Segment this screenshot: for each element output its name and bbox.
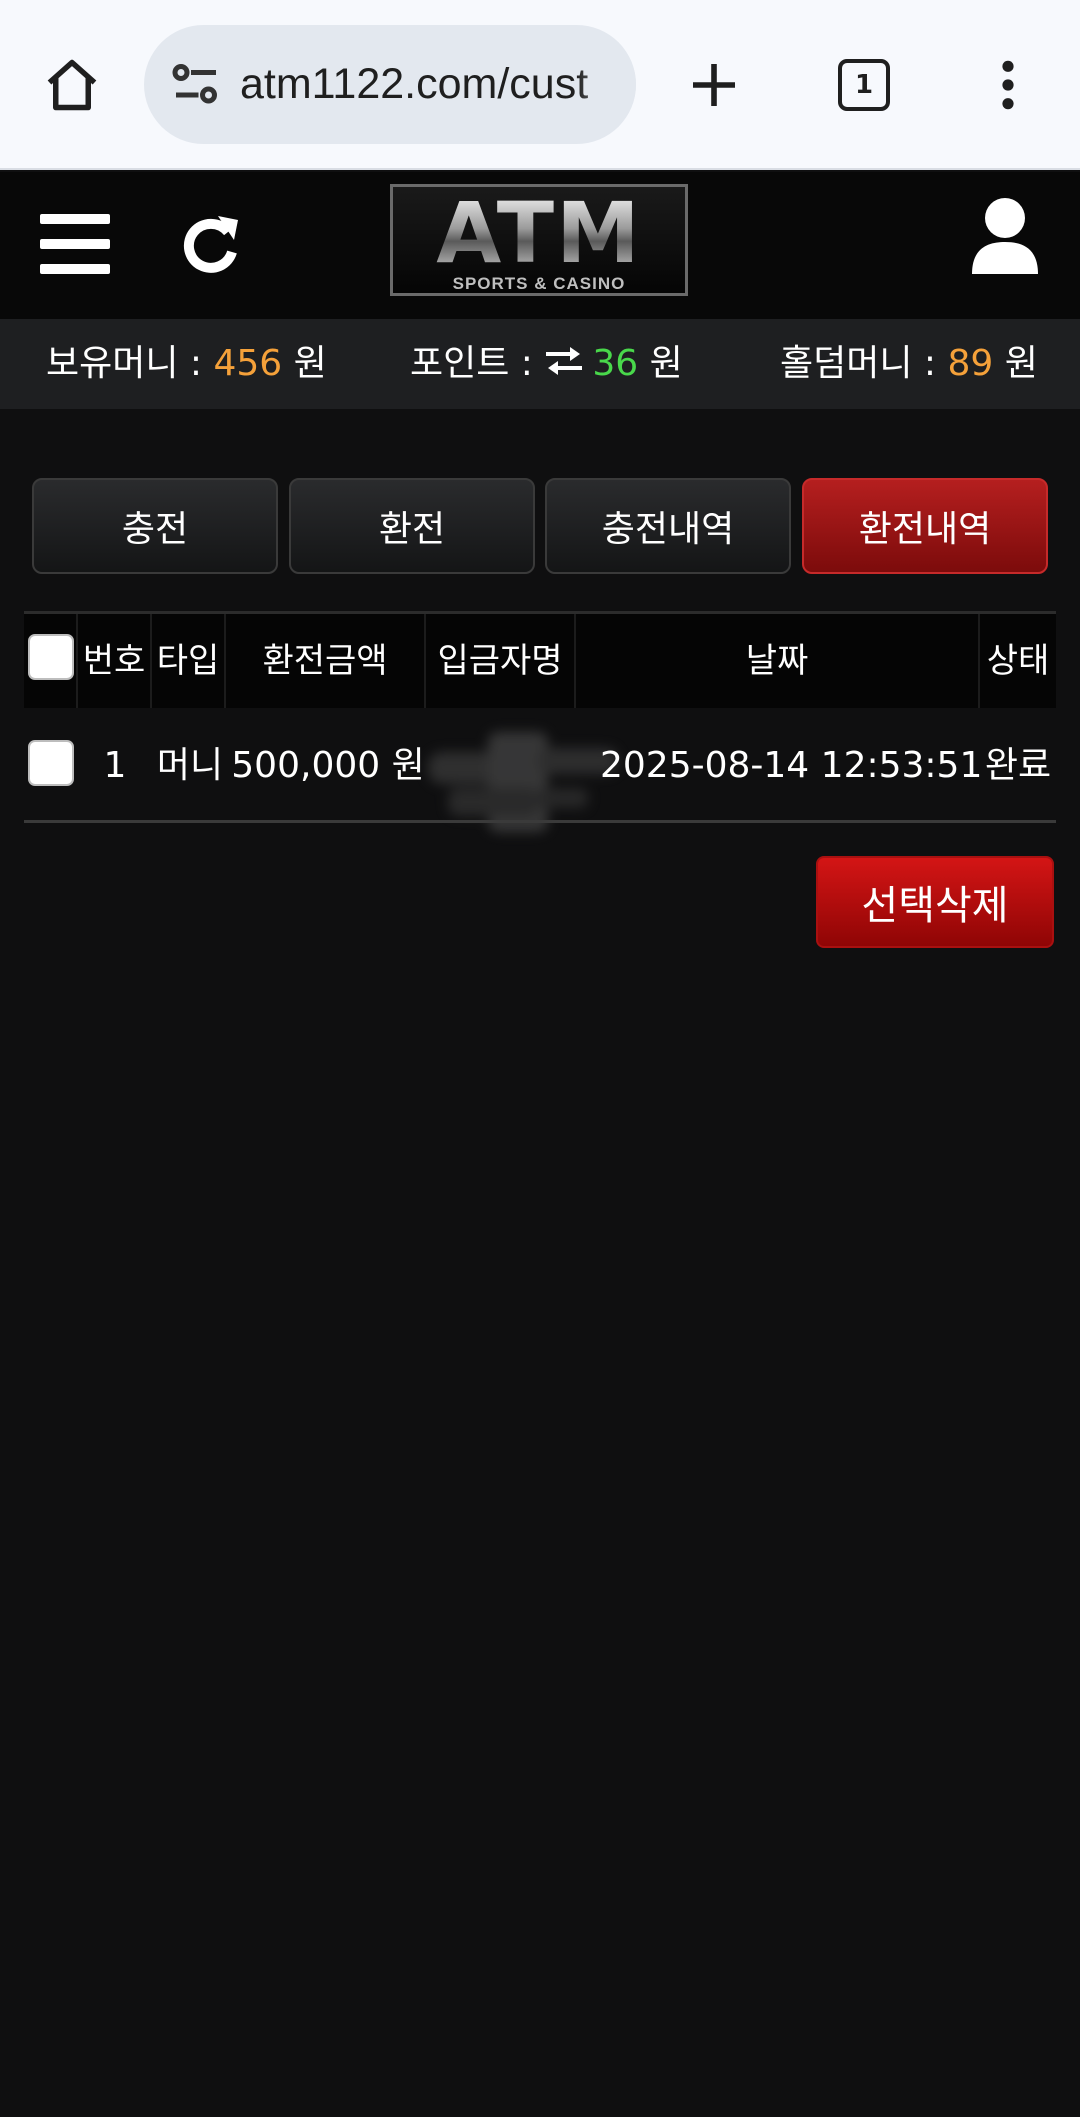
row-amount: 500,000 원 <box>231 745 425 786</box>
col-date: 날짜 <box>576 614 980 708</box>
url-text: atm1122.com/cust <box>240 60 589 108</box>
hamburger-menu-icon[interactable] <box>40 212 110 280</box>
new-tab-icon[interactable] <box>664 35 764 135</box>
more-menu-icon[interactable] <box>958 35 1058 135</box>
tab-withdraw[interactable]: 환전 <box>289 478 535 574</box>
tab-deposit[interactable]: 충전 <box>32 478 278 574</box>
held-money: 보유머니 : 456 원 <box>46 343 327 384</box>
held-money-value: 456 <box>213 343 283 384</box>
col-number: 번호 <box>78 614 152 708</box>
address-bar[interactable]: atm1122.com/cust <box>144 25 636 144</box>
row-checkbox[interactable] <box>28 740 74 786</box>
tab-withdraw-history[interactable]: 환전내역 <box>802 478 1048 574</box>
col-status: 상태 <box>986 641 1050 681</box>
tab-count: 1 <box>838 59 890 111</box>
row-date: 2025-08-14 12:53:51 <box>600 745 983 786</box>
balance-bar: 보유머니 : 456 원 포인트 : 36 원 홀덤머니 : 89 원 <box>0 319 1080 409</box>
user-icon[interactable] <box>970 196 1040 280</box>
table-header: 번호 타입 환전금액 입금자명 날짜 상태 <box>24 611 1056 708</box>
select-all-checkbox[interactable] <box>28 634 74 680</box>
site-logo[interactable]: ATM SPORTS & CASINO <box>390 184 688 296</box>
points: 포인트 : 36 원 <box>410 343 683 384</box>
holdem-money: 홀덤머니 : 89 원 <box>780 343 1038 384</box>
tab-deposit-history[interactable]: 충전내역 <box>545 478 791 574</box>
col-depositor: 입금자명 <box>426 614 576 708</box>
refresh-icon[interactable] <box>178 212 242 280</box>
row-number: 1 <box>103 745 127 786</box>
site-header: ATM SPORTS & CASINO <box>0 172 1080 319</box>
browser-toolbar: atm1122.com/cust 1 <box>0 0 1080 170</box>
exchange-icon[interactable] <box>544 345 584 377</box>
row-status: 완료 <box>984 745 1052 786</box>
delete-selected-button[interactable]: 선택삭제 <box>816 856 1054 948</box>
row-type: 머니 <box>156 745 224 786</box>
points-value: 36 <box>592 343 639 384</box>
home-icon[interactable] <box>22 35 122 135</box>
col-amount: 환전금액 <box>226 614 426 708</box>
site-settings-icon[interactable] <box>166 55 226 115</box>
row-divider <box>24 820 1056 823</box>
col-type: 타입 <box>152 614 226 708</box>
holdem-money-value: 89 <box>947 343 994 384</box>
tab-switcher-button[interactable]: 1 <box>814 35 914 135</box>
logo-text: ATM <box>393 191 685 275</box>
depositor-name-redacted <box>428 728 626 848</box>
